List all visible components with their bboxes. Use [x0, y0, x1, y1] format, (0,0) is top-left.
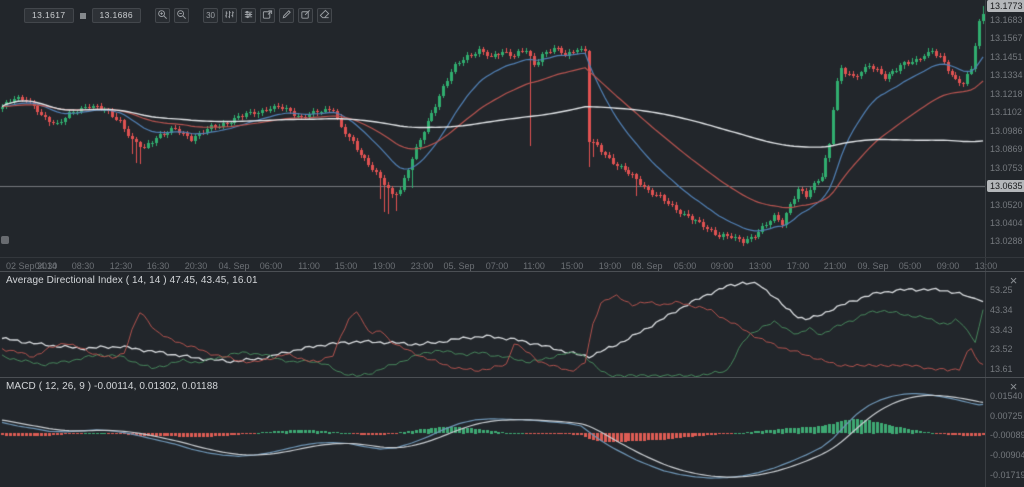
time-axis-label: 19:00 — [373, 261, 396, 271]
indicators-button[interactable] — [241, 8, 256, 23]
price-axis-label: 13.1334 — [990, 70, 1023, 80]
snapshot-button[interactable] — [260, 8, 275, 23]
price-axis-label: 13.0288 — [990, 236, 1023, 246]
chart-toolbar: 13.1617 13.1686 30 — [24, 8, 332, 23]
time-axis-label: 04. Sep — [218, 261, 249, 271]
price-axis-label: 13.0753 — [990, 163, 1023, 173]
zoom-in-icon — [157, 9, 168, 22]
adx-close-button[interactable]: × — [1006, 274, 1021, 288]
time-axis-label: 11:00 — [523, 261, 545, 271]
bid-price-button[interactable]: 13.1617 — [24, 8, 74, 23]
time-axis-label: 04:30 — [35, 261, 58, 271]
time-axis-label: 13:00 — [975, 261, 998, 271]
time-axis-label: 05:00 — [899, 261, 922, 271]
price-axis-label: 13.0404 — [990, 218, 1023, 228]
adx-panel-top-divider — [0, 271, 1024, 272]
price-axis-label: 13.1218 — [990, 89, 1023, 99]
time-axis-label: 19:00 — [599, 261, 622, 271]
time-axis-label: 11:00 — [298, 261, 320, 271]
time-axis-label: 08:30 — [72, 261, 95, 271]
price-axis-label: 13.0520 — [990, 200, 1023, 210]
time-axis-label: 16:30 — [147, 261, 170, 271]
brush-icon — [281, 9, 292, 22]
macd-panel-top-divider — [0, 377, 1024, 378]
time-axis-label: 15:00 — [335, 261, 358, 271]
edit-button[interactable] — [298, 8, 313, 23]
zoom-in-button[interactable] — [155, 8, 170, 23]
watermark-logo — [1, 236, 9, 244]
time-axis-label: 21:00 — [824, 261, 847, 271]
time-axis-label: 15:00 — [561, 261, 584, 271]
export-icon — [262, 9, 273, 22]
time-axis-label: 20:30 — [185, 261, 208, 271]
zoom-out-button[interactable] — [174, 8, 189, 23]
macd-close-button[interactable]: × — [1006, 380, 1021, 394]
adx-panel-canvas[interactable] — [0, 272, 985, 377]
interval-label: 30 — [206, 11, 215, 20]
macd-panel-title: MACD ( 12, 26, 9 ) -0.00114, 0.01302, 0.… — [6, 381, 218, 392]
time-axis-label: 23:00 — [411, 261, 434, 271]
zoom-out-icon — [176, 9, 187, 22]
time-axis-label: 06:00 — [260, 261, 283, 271]
adx-panel-title: Average Directional Index ( 14, 14 ) 47.… — [6, 275, 258, 286]
adx-axis-label: 33.43 — [990, 325, 1013, 335]
eraser-button[interactable] — [317, 8, 332, 23]
price-axis-label: 13.1683 — [990, 15, 1023, 25]
time-axis-label: 08. Sep — [631, 261, 662, 271]
time-axis-label: 07:00 — [486, 261, 509, 271]
time-axis-label: 09:00 — [711, 261, 734, 271]
baseline-price-badge: 13.0635 — [987, 180, 1024, 192]
eraser-icon — [319, 9, 330, 22]
chart-style-button[interactable] — [222, 8, 237, 23]
last-price-badge: 13.1773 — [987, 0, 1024, 12]
time-axis-label: 05. Sep — [443, 261, 474, 271]
price-axis-label: 13.1102 — [990, 107, 1022, 117]
ask-price-button[interactable]: 13.1686 — [92, 8, 142, 23]
edit-icon — [300, 9, 311, 22]
time-axis-label: 17:00 — [787, 261, 810, 271]
sliders-icon — [243, 9, 254, 22]
draw-button[interactable] — [279, 8, 294, 23]
bars-icon — [224, 9, 235, 22]
price-axis-label: 13.1451 — [990, 52, 1023, 62]
price-axis-label: 13.0986 — [990, 126, 1023, 136]
adx-axis-label: 23.52 — [990, 344, 1013, 354]
time-axis-label: 12:30 — [110, 261, 133, 271]
main-chart-canvas[interactable] — [0, 0, 985, 258]
macd-axis-label: -0.01719 — [990, 470, 1024, 480]
price-axis-label: 13.0869 — [990, 144, 1023, 154]
time-axis-label: 09:00 — [937, 261, 960, 271]
macd-axis-label: -0.00089 — [990, 430, 1024, 440]
trading-chart-app: 13.1617 13.1686 30 13.1773 13.0635 Avera… — [0, 0, 1024, 487]
adx-axis-label: 13.61 — [990, 364, 1013, 374]
interval-button[interactable]: 30 — [203, 8, 218, 23]
price-axis-label: 13.1567 — [990, 33, 1023, 43]
macd-axis-label: 0.00725 — [990, 411, 1023, 421]
time-axis-label: 13:00 — [749, 261, 772, 271]
time-axis-label: 05:00 — [674, 261, 697, 271]
macd-panel-canvas[interactable] — [0, 378, 985, 487]
macd-axis-label: -0.00904 — [990, 450, 1024, 460]
spread-square-icon — [80, 13, 86, 19]
time-axis-label: 09. Sep — [857, 261, 888, 271]
adx-axis-label: 43.34 — [990, 305, 1013, 315]
